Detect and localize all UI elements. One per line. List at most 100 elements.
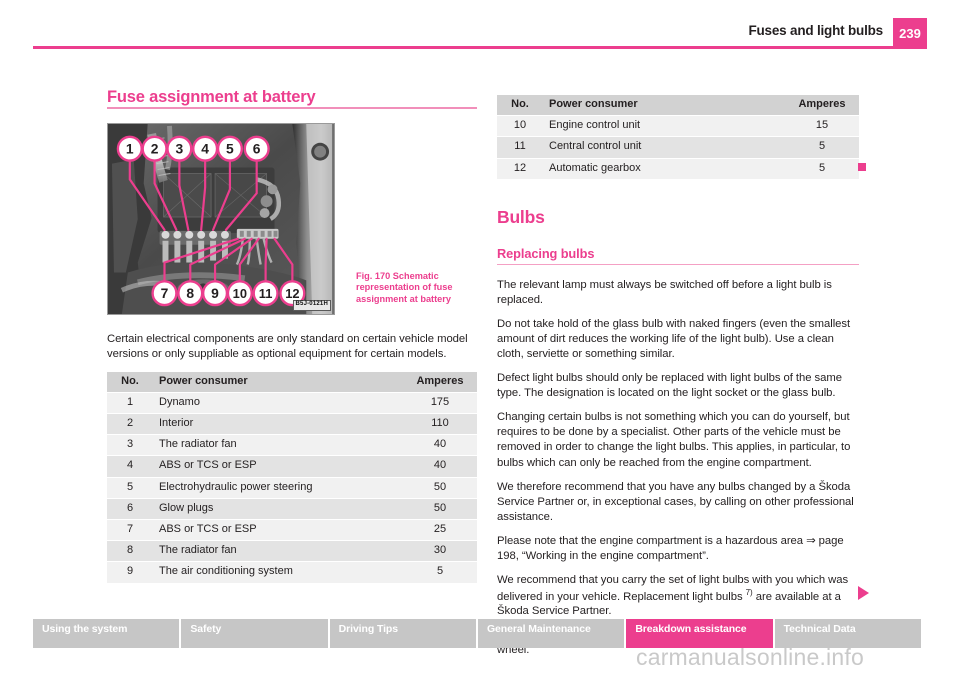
cell-amperes: 40 xyxy=(403,434,477,457)
svg-text:9: 9 xyxy=(211,285,219,301)
svg-text:6: 6 xyxy=(253,140,261,156)
figure-image-code: B5J-0121H xyxy=(292,300,331,311)
cell-consumer: Glow plugs xyxy=(153,498,403,520)
cell-consumer: Electrohydraulic power steering xyxy=(153,477,403,499)
fuse-table-right-head: No. Power consumer Amperes xyxy=(497,95,859,117)
cell-no: 10 xyxy=(497,115,543,138)
paragraph: Defect light bulbs should only be replac… xyxy=(497,372,842,400)
table-row: 10 Engine control unit 15 xyxy=(497,115,859,138)
cell-no: 6 xyxy=(107,498,153,520)
col-header-no: No. xyxy=(497,95,543,117)
svg-text:1: 1 xyxy=(126,140,134,156)
fuse-table-right: No. Power consumer Amperes 10 Engine con… xyxy=(497,95,859,180)
cell-amperes: 5 xyxy=(403,561,477,584)
cell-consumer: ABS or TCS or ESP xyxy=(153,519,403,542)
cell-amperes: 110 xyxy=(403,413,477,436)
col-header-no: No. xyxy=(107,371,153,393)
cell-no: 3 xyxy=(107,434,153,457)
footnote-marker: 7) xyxy=(745,587,753,597)
figure-image: 1 2 3 4 5 6 7 8 9 10 11 12 B5J-0121H xyxy=(107,122,335,315)
fuse-assignment-heading-block: Fuse assignment at battery xyxy=(107,88,477,109)
col-header-amperes: Amperes xyxy=(785,95,859,117)
cell-no: 7 xyxy=(107,519,153,542)
chapter-heading-bulbs: Bulbs xyxy=(497,206,545,227)
fuse-box-illustration: 1 2 3 4 5 6 7 8 9 10 11 12 xyxy=(108,123,334,314)
table-row: 3 The radiator fan 40 xyxy=(107,434,477,457)
svg-text:7: 7 xyxy=(161,285,169,301)
svg-text:8: 8 xyxy=(186,285,194,301)
table-row: 1 Dynamo 175 xyxy=(107,392,477,415)
cell-consumer: The radiator fan xyxy=(153,434,403,457)
page-header: Fuses and light bulbs 239 xyxy=(33,18,927,50)
table-row: 5 Electrohydraulic power steering 50 xyxy=(107,477,477,499)
section-title-underline xyxy=(107,107,477,109)
paragraph: We therefore recommend that you have any… xyxy=(497,480,854,523)
cell-amperes: 50 xyxy=(403,477,477,499)
right-column: No. Power consumer Amperes 10 Engine con… xyxy=(497,95,859,667)
continuation-arrow-icon xyxy=(858,586,869,600)
nav-tab-using-the-system[interactable]: Using the system xyxy=(33,619,182,648)
cell-consumer: Interior xyxy=(153,413,403,436)
cell-amperes: 30 xyxy=(403,540,477,563)
cell-amperes: 50 xyxy=(403,498,477,520)
cell-no: 1 xyxy=(107,392,153,415)
fuse-table-left-head: No. Power consumer Amperes xyxy=(107,371,477,393)
cell-consumer: Central control unit xyxy=(543,136,785,159)
cell-consumer: Automatic gearbox xyxy=(543,158,785,180)
left-column: Fuse assignment at battery 1 2 3 4 5 6 7… xyxy=(107,88,477,584)
paragraph: The relevant lamp must always be switche… xyxy=(497,279,832,307)
table-row: 4 ABS or TCS or ESP 40 xyxy=(107,455,477,478)
cell-amperes: 5 xyxy=(785,158,859,180)
svg-text:10: 10 xyxy=(233,286,247,301)
cell-no: 2 xyxy=(107,413,153,436)
paragraph-cross-reference: Please note that the engine compartment … xyxy=(497,534,844,562)
section-end-marker xyxy=(858,163,866,171)
page-number-badge: 239 xyxy=(893,18,927,49)
paragraph-with-footnote: We recommend that you carry the set of l… xyxy=(497,573,859,620)
cell-no: 5 xyxy=(107,477,153,499)
col-header-consumer: Power consumer xyxy=(153,371,403,393)
figure-fuse-assignment: 1 2 3 4 5 6 7 8 9 10 11 12 B5J-0121H Fig… xyxy=(107,122,477,320)
fuse-table-left-body: 1 Dynamo 175 2 Interior 110 3 The radiat… xyxy=(107,392,477,584)
intro-paragraph: Certain electrical components are only s… xyxy=(107,332,468,360)
table-row: 11 Central control unit 5 xyxy=(497,136,859,159)
nav-tab-general-maintenance[interactable]: General Maintenance xyxy=(477,619,627,648)
nav-tab-safety[interactable]: Safety xyxy=(181,619,330,648)
cell-consumer: The radiator fan xyxy=(153,540,403,563)
cell-consumer: The air conditioning system xyxy=(153,561,403,584)
section-heading-replacing-bulbs: Replacing bulbs xyxy=(497,245,595,261)
col-header-amperes: Amperes xyxy=(403,371,477,393)
svg-text:4: 4 xyxy=(201,140,209,156)
table-row: 6 Glow plugs 50 xyxy=(107,498,477,520)
bulbs-body-text: The relevant lamp must always be switche… xyxy=(497,278,859,658)
nav-tab-driving-tips[interactable]: Driving Tips xyxy=(329,619,478,648)
cell-no: 8 xyxy=(107,540,153,563)
cell-consumer: Engine control unit xyxy=(543,115,785,138)
cell-consumer: Dynamo xyxy=(153,392,403,415)
table-header-row: No. Power consumer Amperes xyxy=(107,371,477,393)
table-row: 2 Interior 110 xyxy=(107,413,477,436)
table-row: 9 The air conditioning system 5 xyxy=(107,561,477,584)
fuse-table-right-body: 10 Engine control unit 15 11 Central con… xyxy=(497,115,859,180)
col-header-consumer: Power consumer xyxy=(543,95,785,117)
watermark: carmanualsonline.info xyxy=(636,644,864,670)
figure-caption: Fig. 170 Schematic representation of fus… xyxy=(356,270,453,305)
page-title: Fuses and light bulbs xyxy=(748,23,883,38)
svg-text:12: 12 xyxy=(285,286,299,301)
cell-amperes: 40 xyxy=(403,455,477,478)
cell-no: 9 xyxy=(107,561,153,584)
svg-text:11: 11 xyxy=(259,286,273,301)
table-header-row: No. Power consumer Amperes xyxy=(497,95,859,117)
cell-amperes: 15 xyxy=(785,115,859,138)
table-row: 12 Automatic gearbox 5 xyxy=(497,158,859,180)
cell-no: 4 xyxy=(107,455,153,478)
cell-amperes: 175 xyxy=(403,392,477,415)
svg-text:2: 2 xyxy=(151,140,159,156)
paragraph: Do not take hold of the glass bulb with … xyxy=(497,318,851,361)
header-rule xyxy=(33,46,895,49)
svg-text:5: 5 xyxy=(226,140,234,156)
cell-no: 11 xyxy=(497,136,543,159)
svg-text:3: 3 xyxy=(176,140,184,156)
section-heading-underline xyxy=(497,263,859,266)
cell-amperes: 5 xyxy=(785,136,859,159)
